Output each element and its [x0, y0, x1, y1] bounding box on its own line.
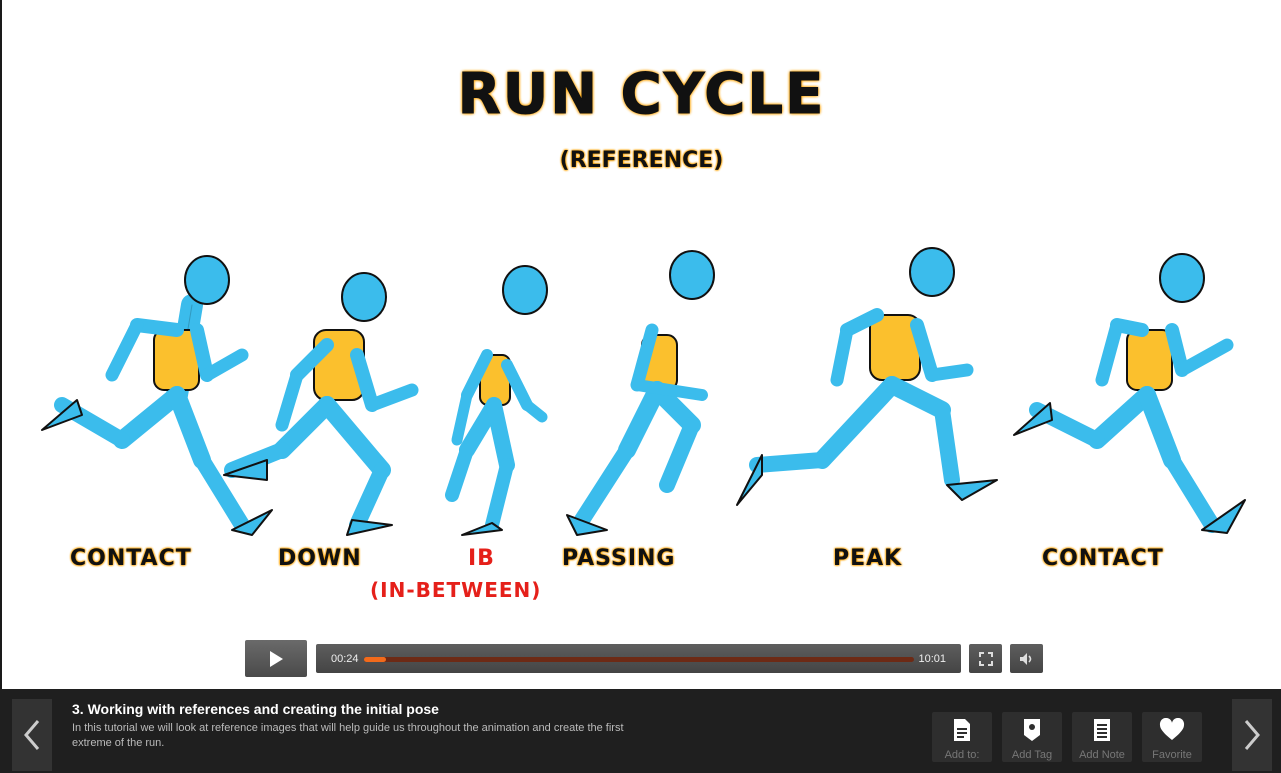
progress-track[interactable]: [364, 657, 914, 662]
pose-figure-passing: [566, 250, 715, 536]
add-tag-button[interactable]: Add Tag: [1002, 712, 1062, 762]
favorite-label: Favorite: [1152, 749, 1192, 761]
previous-lesson-button[interactable]: [12, 699, 52, 771]
volume-button[interactable]: [1010, 644, 1043, 673]
pose-figure-down: [223, 272, 419, 536]
next-lesson-button[interactable]: [1232, 699, 1272, 771]
lesson-description: In this tutorial we will look at referen…: [72, 722, 624, 749]
video-controls: 00:24 10:01: [245, 640, 1045, 678]
fullscreen-icon: [978, 651, 993, 666]
play-icon: [270, 650, 283, 667]
chevron-left-icon: [24, 720, 40, 750]
progress-fill: [364, 657, 386, 662]
pose-figure-peak: [736, 247, 998, 506]
tag-icon: [1024, 719, 1040, 741]
lesson-bar: 3. Working with references and creating …: [0, 689, 1281, 773]
lesson-title: 3. Working with references and creating …: [72, 701, 439, 717]
note-icon: [1094, 719, 1110, 741]
pose-label-down: DOWN: [278, 546, 362, 571]
duration: 10:01: [918, 653, 946, 665]
add-note-label: Add Note: [1079, 749, 1125, 761]
add-tag-label: Add Tag: [1011, 749, 1053, 761]
fullscreen-button[interactable]: [969, 644, 1002, 673]
favorite-button[interactable]: Favorite: [1142, 712, 1202, 762]
pose-figure-contact-2: [1013, 253, 1246, 534]
slide-title: RUN CYCLE: [457, 62, 826, 128]
add-note-button[interactable]: Add Note: [1072, 712, 1132, 762]
progress-bar[interactable]: 00:24 10:01: [316, 644, 961, 673]
run-cycle-illustration: [41, 247, 1246, 536]
pose-label-contact-2: CONTACT: [1042, 546, 1164, 571]
document-icon: [954, 719, 970, 741]
slide-subtitle: (REFERENCE): [559, 148, 724, 173]
pose-figure-ib: [445, 265, 548, 536]
volume-icon: [1019, 652, 1031, 665]
pose-label-passing: PASSING: [562, 546, 676, 571]
current-time: 00:24: [331, 653, 359, 665]
add-to-button[interactable]: Add to:: [932, 712, 992, 762]
play-button[interactable]: [245, 640, 307, 677]
pose-label-contact-1: CONTACT: [70, 546, 192, 571]
pose-label-peak: PEAK: [833, 546, 903, 571]
video-stage[interactable]: RUN CYCLE (REFERENCE) CONTACT DOWN IB (I…: [2, 0, 1281, 689]
pose-label-ib: IB: [468, 546, 495, 571]
pose-figure-contact-1: [41, 255, 273, 536]
add-to-label: Add to:: [944, 749, 980, 761]
heart-icon: [1159, 718, 1185, 740]
chevron-right-icon: [1244, 720, 1260, 750]
pose-label-in-between: (IN-BETWEEN): [370, 578, 542, 602]
